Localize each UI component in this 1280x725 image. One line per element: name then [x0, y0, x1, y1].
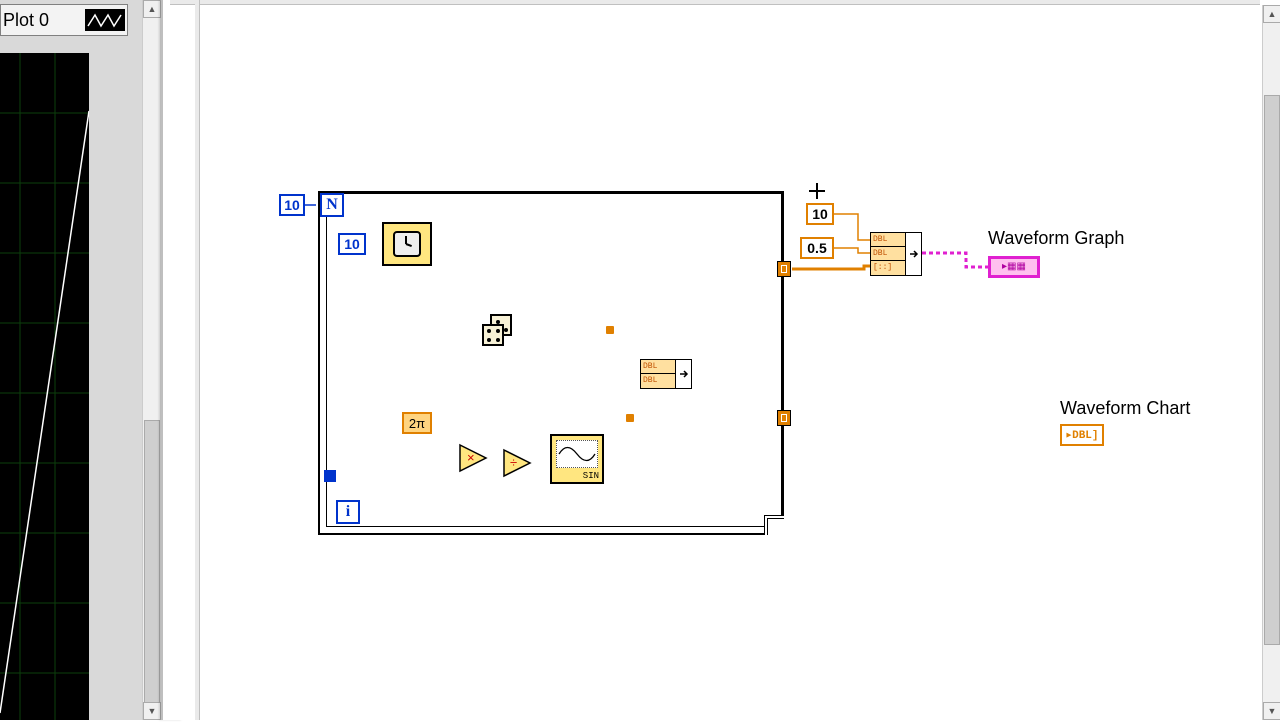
wire-tunnel-to-bundle3[interactable]: [792, 266, 870, 269]
random-number-node[interactable]: [480, 312, 516, 348]
constant-dt-value: 0.5: [807, 240, 826, 256]
loop-tunnel-lower[interactable]: [777, 410, 791, 426]
bd-scroll-down-icon[interactable]: ▼: [1263, 702, 1280, 720]
divide-node[interactable]: ÷: [502, 448, 530, 476]
build-array-node[interactable]: DBL DBL: [640, 359, 692, 389]
n-glyph: N: [326, 196, 338, 214]
wire-junction-2: [626, 414, 634, 422]
sine-wave-icon: [556, 440, 598, 468]
constant-t0-value: 10: [812, 206, 828, 222]
scroll-up-icon[interactable]: ▲: [143, 0, 161, 18]
wire-junction-1: [606, 326, 614, 334]
loop-left-terminal[interactable]: [324, 470, 336, 482]
wait-ms-node[interactable]: [382, 222, 432, 266]
bd-scroll-up-icon[interactable]: ▲: [1263, 5, 1280, 23]
clock-icon: [393, 231, 421, 257]
front-panel-sliver: Plot 0 ▲ ▼: [0, 0, 170, 720]
waveform-graph-label: Waveform Graph: [988, 228, 1124, 249]
constant-wait-ms[interactable]: 10: [338, 233, 366, 255]
constant-loop-count-value: 10: [284, 197, 300, 213]
graph-terminal-glyph: ▸▦▦: [1002, 261, 1026, 273]
loop-resize-corner[interactable]: [764, 515, 784, 535]
for-loop-i-terminal[interactable]: i: [336, 500, 360, 524]
constant-loop-count[interactable]: 10: [279, 194, 305, 216]
plot-legend[interactable]: Plot 0: [0, 4, 128, 36]
loop-tunnel-upper[interactable]: [777, 261, 791, 277]
plot-style-swatch[interactable]: [85, 9, 125, 31]
build-wfm-arrow-icon: [905, 233, 921, 275]
constant-two-pi[interactable]: 2π: [402, 412, 432, 434]
wire-05-to-bundle2[interactable]: [834, 248, 870, 253]
wire-10-to-bundle1[interactable]: [834, 214, 870, 240]
svg-text:×: ×: [467, 450, 475, 465]
svg-text:÷: ÷: [510, 455, 517, 470]
waveform-chart-terminal[interactable]: ▸DBL]: [1060, 424, 1104, 446]
scroll-thumb[interactable]: [144, 420, 160, 710]
bd-left-edge: [195, 0, 200, 720]
block-diagram-panel[interactable]: N i 10 10 2π × ÷: [170, 0, 1280, 720]
wire-bundle-to-graph[interactable]: [922, 253, 988, 267]
build-array-arrow-icon: [675, 360, 691, 388]
constant-t0[interactable]: 10: [806, 203, 834, 225]
sine-label: SIN: [583, 471, 599, 481]
waveform-plot-area[interactable]: [0, 53, 89, 720]
constant-two-pi-value: 2π: [409, 416, 425, 431]
scroll-down-icon[interactable]: ▼: [143, 702, 161, 720]
sine-node[interactable]: SIN: [550, 434, 604, 484]
plot-trace: [0, 111, 89, 713]
front-panel-vscroll[interactable]: ▲ ▼: [142, 0, 160, 720]
multiply-node[interactable]: ×: [458, 443, 486, 471]
wiring-cursor-icon: [809, 183, 825, 199]
waveform-graph-terminal[interactable]: ▸▦▦: [988, 256, 1040, 278]
constant-wait-ms-value: 10: [344, 236, 360, 252]
constant-dt[interactable]: 0.5: [800, 237, 834, 259]
build-waveform-node[interactable]: DBL DBL [::]: [870, 232, 922, 276]
bd-scroll-thumb[interactable]: [1264, 95, 1280, 645]
waveform-chart-label: Waveform Chart: [1060, 398, 1190, 419]
chart-terminal-glyph: ▸DBL]: [1065, 428, 1098, 442]
for-loop-n-terminal[interactable]: N: [320, 193, 344, 217]
i-glyph: i: [346, 503, 350, 521]
bd-top-edge: [170, 0, 1260, 5]
plot-legend-label: Plot 0: [1, 10, 49, 31]
block-diagram-vscroll[interactable]: ▲ ▼: [1262, 5, 1280, 720]
